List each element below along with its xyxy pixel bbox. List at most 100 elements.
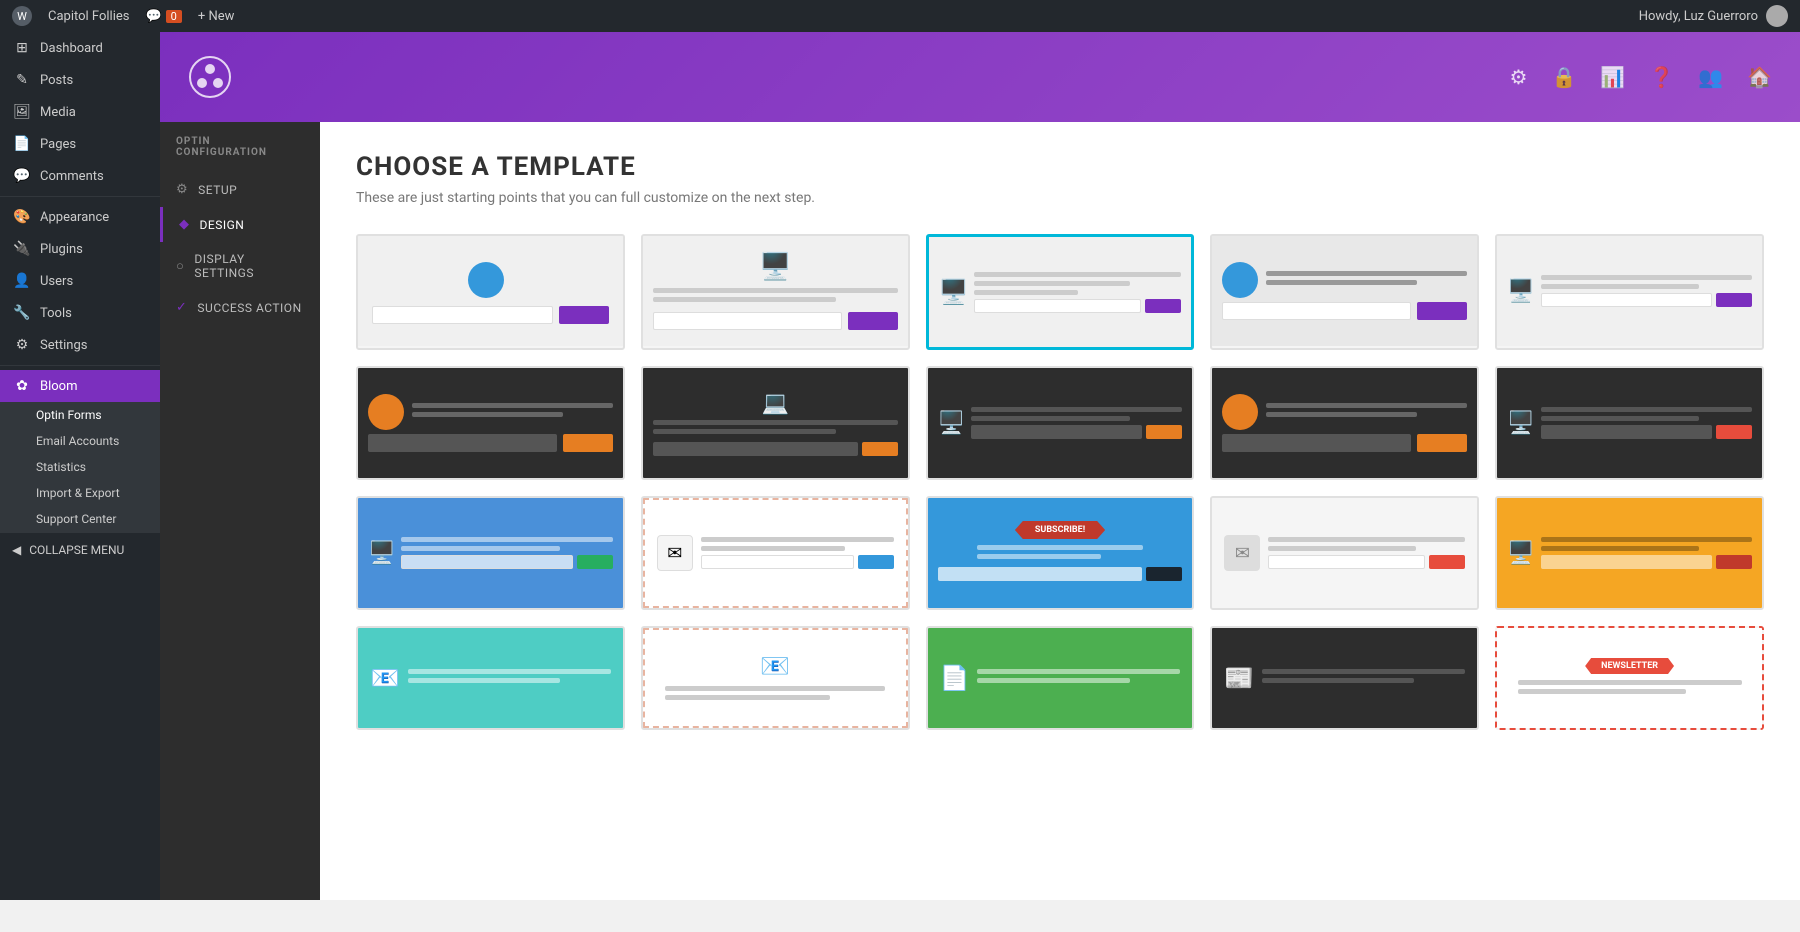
template-card-15[interactable]: 🖥️ bbox=[1495, 496, 1764, 610]
template-card-3[interactable]: 🖥️ bbox=[926, 234, 1195, 350]
template-card-11[interactable]: 🖥️ bbox=[356, 496, 625, 610]
admin-bar-right: Howdy, Luz Guerroro bbox=[1639, 5, 1788, 27]
submenu-optin-forms[interactable]: Optin Forms bbox=[0, 402, 160, 428]
template-preview-10: 🖥️ bbox=[1497, 368, 1762, 478]
template-preview-6 bbox=[358, 368, 623, 478]
sidebar-item-posts[interactable]: ✎ Posts bbox=[0, 64, 160, 96]
template-card-12[interactable]: ✉ bbox=[641, 496, 910, 610]
template-card-8[interactable]: 🖥️ bbox=[926, 366, 1195, 480]
template-card-13[interactable]: SUBSCRIBE! bbox=[926, 496, 1195, 610]
submenu-import-export[interactable]: Import & Export bbox=[0, 480, 160, 506]
dashboard-label: Dashboard bbox=[40, 41, 103, 56]
config-item-display-settings[interactable]: ○ DISPLAY SETTINGS bbox=[160, 242, 320, 290]
template-card-6[interactable] bbox=[356, 366, 625, 480]
header-settings-icon[interactable]: ⚙ bbox=[1510, 65, 1528, 89]
howdy-text: Howdy, Luz Guerroro bbox=[1639, 9, 1758, 24]
template-preview-18: 📄 bbox=[928, 628, 1193, 728]
template-preview-20: NEWSLETTER bbox=[1497, 628, 1762, 728]
sidebar-item-settings[interactable]: ⚙ Settings bbox=[0, 329, 160, 361]
site-name[interactable]: Capitol Follies bbox=[48, 9, 129, 24]
comments-label: Comments bbox=[40, 169, 104, 184]
comments-icon: 💬 bbox=[12, 168, 32, 184]
template-preview-13: SUBSCRIBE! bbox=[928, 498, 1193, 608]
comment-count: 0 bbox=[166, 10, 182, 23]
template-card-9[interactable] bbox=[1210, 366, 1479, 480]
submenu-support-center[interactable]: Support Center bbox=[0, 506, 160, 532]
sidebar-item-users[interactable]: 👤 Users bbox=[0, 265, 160, 297]
template-preview-15: 🖥️ bbox=[1497, 498, 1762, 608]
display-settings-icon: ○ bbox=[176, 258, 184, 274]
sidebar-item-dashboard[interactable]: ⊞ Dashboard bbox=[0, 32, 160, 64]
collapse-arrow-icon: ◀ bbox=[12, 543, 21, 557]
settings-icon: ⚙ bbox=[12, 337, 32, 353]
wp-logo[interactable]: W bbox=[12, 6, 32, 26]
header-users-icon[interactable]: 👥 bbox=[1698, 65, 1723, 89]
config-item-success-action[interactable]: ✓ SUCCESS ACTION bbox=[160, 290, 320, 325]
comments-link[interactable]: 💬 0 bbox=[145, 9, 181, 24]
template-card-4[interactable] bbox=[1210, 234, 1479, 350]
new-link[interactable]: + New bbox=[198, 9, 235, 24]
settings-label: Settings bbox=[40, 338, 87, 353]
plugin-header: ⚙ 🔒 📊 ❓ 👥 🏠 bbox=[160, 32, 1800, 122]
bloom-icon: ✿ bbox=[12, 378, 32, 394]
posts-label: Posts bbox=[40, 73, 73, 88]
wp-admin-sidebar: ⊞ Dashboard ✎ Posts 🖼 Media 📄 Pages 💬 Co… bbox=[0, 32, 160, 900]
comment-icon: 💬 bbox=[145, 9, 161, 24]
config-header: OPTIN CONFIGURATION bbox=[160, 122, 320, 172]
template-card-1[interactable] bbox=[356, 234, 625, 350]
template-preview-1 bbox=[358, 236, 623, 346]
admin-bar: W Capitol Follies 💬 0 + New Howdy, Luz G… bbox=[0, 0, 1800, 32]
site-name-text: Capitol Follies bbox=[48, 9, 129, 24]
template-card-16[interactable]: 📧 bbox=[356, 626, 625, 730]
template-preview-5: 🖥️ bbox=[1497, 236, 1762, 346]
template-card-20[interactable]: NEWSLETTER bbox=[1495, 626, 1764, 730]
sidebar-separator-2 bbox=[0, 365, 160, 366]
header-stats-icon[interactable]: 📊 bbox=[1600, 65, 1625, 89]
header-help-icon[interactable]: ❓ bbox=[1649, 65, 1674, 89]
template-preview-14: ✉ bbox=[1212, 498, 1477, 608]
sidebar-item-media[interactable]: 🖼 Media bbox=[0, 96, 160, 128]
users-label: Users bbox=[40, 274, 73, 289]
plugin-logo bbox=[188, 55, 232, 99]
template-preview-2: 🖥️ bbox=[643, 236, 908, 346]
setup-label: SETUP bbox=[198, 183, 237, 197]
appearance-label: Appearance bbox=[40, 210, 109, 225]
dashboard-icon: ⊞ bbox=[12, 40, 32, 56]
template-card-2[interactable]: 🖥️ bbox=[641, 234, 910, 350]
config-item-design[interactable]: ◆ DESIGN bbox=[160, 207, 320, 242]
template-card-10[interactable]: 🖥️ bbox=[1495, 366, 1764, 480]
submenu-email-accounts[interactable]: Email Accounts bbox=[0, 428, 160, 454]
sidebar-item-comments[interactable]: 💬 Comments bbox=[0, 160, 160, 192]
sidebar-item-plugins[interactable]: 🔌 Plugins bbox=[0, 233, 160, 265]
collapse-menu-button[interactable]: ◀ COLLAPSE MENU bbox=[0, 532, 160, 567]
success-action-label: SUCCESS ACTION bbox=[197, 301, 301, 315]
template-card-17[interactable]: 📧 bbox=[641, 626, 910, 730]
header-home-icon[interactable]: 🏠 bbox=[1747, 65, 1772, 89]
config-item-setup[interactable]: ⚙ SETUP bbox=[160, 172, 320, 207]
tools-icon: 🔧 bbox=[12, 305, 32, 321]
template-card-14[interactable]: ✉ bbox=[1210, 496, 1479, 610]
template-card-18[interactable]: 📄 bbox=[926, 626, 1195, 730]
sidebar-item-appearance[interactable]: 🎨 Appearance bbox=[0, 201, 160, 233]
design-label: DESIGN bbox=[200, 218, 245, 232]
plugins-icon: 🔌 bbox=[12, 241, 32, 257]
template-preview-11: 🖥️ bbox=[358, 498, 623, 608]
media-label: Media bbox=[40, 105, 76, 120]
template-area: CHOOSE A TEMPLATE These are just startin… bbox=[320, 122, 1800, 900]
wp-icon: W bbox=[12, 6, 32, 26]
template-preview-16: 📧 bbox=[358, 628, 623, 728]
plugins-label: Plugins bbox=[40, 242, 83, 257]
template-grid: 🖥️ bbox=[356, 234, 1764, 730]
sidebar-item-bloom[interactable]: ✿ Bloom bbox=[0, 370, 160, 402]
submenu-statistics[interactable]: Statistics bbox=[0, 454, 160, 480]
template-card-19[interactable]: 📰 bbox=[1210, 626, 1479, 730]
sidebar-item-pages[interactable]: 📄 Pages bbox=[0, 128, 160, 160]
header-lock-icon[interactable]: 🔒 bbox=[1551, 65, 1576, 89]
tools-label: Tools bbox=[40, 306, 72, 321]
admin-bar-left: W Capitol Follies 💬 0 + New bbox=[12, 6, 234, 26]
template-preview-7: 💻 bbox=[643, 368, 908, 478]
content-row: OPTIN CONFIGURATION ⚙ SETUP ◆ DESIGN ○ D… bbox=[160, 122, 1800, 900]
template-card-7[interactable]: 💻 bbox=[641, 366, 910, 480]
sidebar-item-tools[interactable]: 🔧 Tools bbox=[0, 297, 160, 329]
template-card-5[interactable]: 🖥️ bbox=[1495, 234, 1764, 350]
